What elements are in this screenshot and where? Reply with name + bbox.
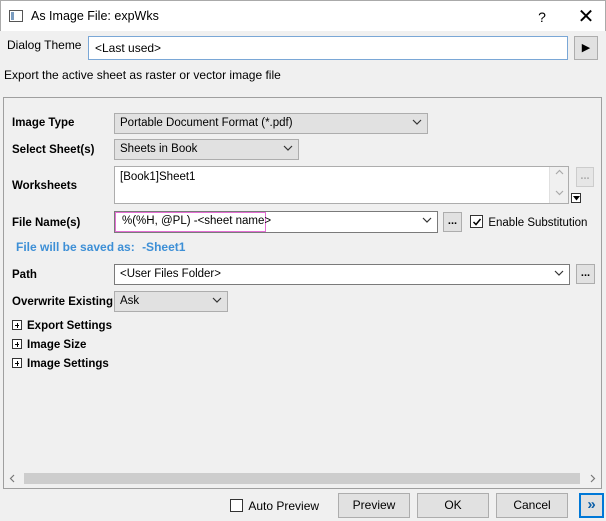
- auto-preview-toggle[interactable]: Auto Preview: [230, 499, 319, 513]
- path-value[interactable]: <User Files Folder>: [120, 268, 221, 280]
- preview-button[interactable]: Preview: [338, 493, 410, 518]
- scroll-up-icon[interactable]: [555, 169, 564, 176]
- horizontal-scrollbar[interactable]: [4, 470, 601, 487]
- worksheets-label: Worksheets: [12, 180, 77, 192]
- select-sheets-label: Select Sheet(s): [12, 144, 95, 156]
- scroll-right-icon[interactable]: [589, 474, 596, 483]
- scroll-left-icon[interactable]: [9, 474, 16, 483]
- chevron-down-icon: [422, 215, 432, 225]
- dialog-theme-input[interactable]: <Last used>: [88, 36, 568, 60]
- resize-grip[interactable]: [571, 193, 581, 203]
- close-button[interactable]: ✕: [566, 4, 606, 30]
- file-names-label: File Name(s): [12, 217, 81, 229]
- chevron-down-icon: [412, 117, 422, 127]
- path-combo[interactable]: <User Files Folder>: [114, 264, 570, 285]
- window-title: As Image File: expWks: [31, 9, 159, 23]
- chevron-down-icon: [212, 295, 222, 305]
- overwrite-label: Overwrite Existing: [12, 296, 113, 308]
- window-icon: [9, 10, 23, 22]
- worksheet-item[interactable]: [Book1]Sheet1: [120, 171, 195, 183]
- auto-preview-checkbox[interactable]: [230, 499, 243, 512]
- cancel-button[interactable]: Cancel: [496, 493, 568, 518]
- auto-preview-label: Auto Preview: [248, 499, 320, 513]
- image-type-select[interactable]: Portable Document Format (*.pdf): [114, 113, 428, 134]
- dialog-theme-label: Dialog Theme: [7, 38, 82, 52]
- export-settings-label: Export Settings: [27, 320, 112, 332]
- enable-substitution-label: Enable Substitution: [488, 217, 588, 229]
- export-settings-expander[interactable]: Export Settings: [12, 320, 112, 332]
- enable-substitution-checkbox[interactable]: [470, 215, 483, 228]
- expand-plus-icon[interactable]: [12, 339, 22, 349]
- ok-button[interactable]: OK: [417, 493, 489, 518]
- image-type-value: Portable Document Format (*.pdf): [120, 117, 293, 129]
- check-icon: [472, 218, 482, 226]
- scrollbar-thumb[interactable]: [24, 473, 580, 484]
- expand-plus-icon[interactable]: [12, 358, 22, 368]
- image-size-label: Image Size: [27, 339, 87, 351]
- select-sheets-value: Sheets in Book: [120, 143, 198, 155]
- scroll-down-icon[interactable]: [555, 189, 564, 196]
- expand-plus-icon[interactable]: [12, 320, 22, 330]
- overwrite-select[interactable]: Ask: [114, 291, 228, 312]
- image-type-label: Image Type: [12, 117, 75, 129]
- help-button[interactable]: ?: [522, 4, 562, 30]
- expand-dialog-button[interactable]: »: [579, 493, 604, 518]
- dialog-description: Export the active sheet as raster or vec…: [4, 68, 281, 82]
- overwrite-value: Ask: [120, 295, 140, 307]
- saved-as-text: File will be saved as: -Sheet1: [16, 240, 185, 254]
- path-browse-button[interactable]: ...: [576, 264, 595, 284]
- enable-substitution-toggle[interactable]: Enable Substitution: [470, 215, 587, 229]
- file-names-combo[interactable]: %(%H, @PL) -<sheet name>: [114, 211, 438, 233]
- double-chevron-icon: »: [587, 496, 596, 513]
- image-size-expander[interactable]: Image Size: [12, 339, 86, 351]
- path-label: Path: [12, 269, 37, 281]
- file-names-browse-button[interactable]: ...: [443, 212, 462, 232]
- worksheets-list[interactable]: [Book1]Sheet1: [114, 166, 569, 204]
- image-settings-expander[interactable]: Image Settings: [12, 358, 109, 370]
- select-sheets-select[interactable]: Sheets in Book: [114, 139, 299, 160]
- theme-menu-button[interactable]: ▶: [574, 36, 598, 60]
- chevron-down-icon: [283, 143, 293, 153]
- worksheets-scrollbar[interactable]: [549, 167, 568, 203]
- play-arrow-icon: ▶: [581, 42, 591, 54]
- file-names-value[interactable]: %(%H, @PL) -<sheet name>: [122, 215, 271, 227]
- worksheets-browse-button[interactable]: ...: [576, 167, 594, 187]
- chevron-down-icon: [554, 268, 564, 278]
- saved-as-prefix: File will be saved as:: [16, 240, 135, 254]
- image-settings-label: Image Settings: [27, 358, 109, 370]
- title-bar: As Image File: expWks ? ✕: [0, 0, 606, 31]
- saved-as-value: -Sheet1: [142, 240, 186, 254]
